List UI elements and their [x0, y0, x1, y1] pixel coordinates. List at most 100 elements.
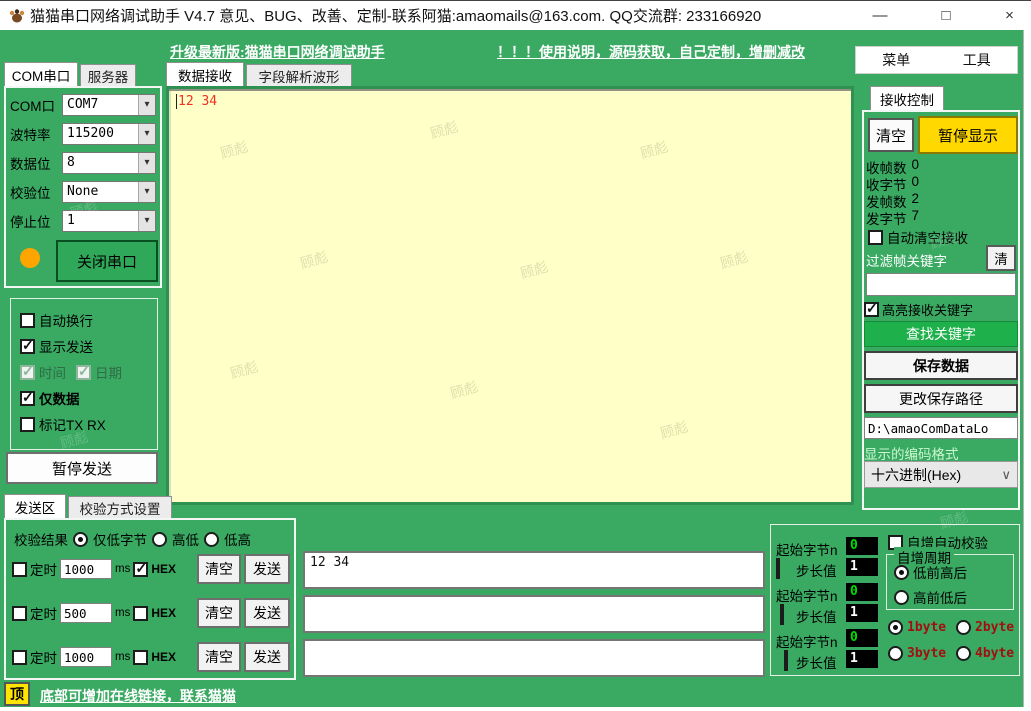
- chevron-down-icon[interactable]: ▾: [138, 182, 155, 202]
- send-message-input-1[interactable]: 12 34: [303, 551, 765, 589]
- tab-checksum-settings[interactable]: 校验方式设置: [68, 496, 172, 518]
- 4byte-radio[interactable]: [956, 646, 971, 661]
- pause-display-button[interactable]: 暂停显示: [918, 116, 1018, 154]
- serial-status-led: [20, 248, 40, 268]
- timer-checkbox-3[interactable]: [12, 649, 27, 665]
- send-button-2[interactable]: 发送: [244, 598, 290, 628]
- checksum-lowhigh-radio[interactable]: [204, 531, 219, 547]
- show-send-row: 显示发送: [20, 336, 93, 356]
- menu-item-tools[interactable]: 工具: [963, 50, 991, 70]
- hex-checkbox-1[interactable]: [133, 560, 149, 577]
- tab-field-parse-wave[interactable]: 字段解析波形: [246, 64, 352, 86]
- data-only-row: 仅数据: [20, 388, 80, 408]
- data-bits-select[interactable]: 8 ▾: [62, 152, 156, 174]
- stop-bits-value: 1: [67, 213, 75, 228]
- clear-send-button-3[interactable]: 清空: [197, 642, 241, 672]
- chevron-down-icon[interactable]: ▾: [138, 153, 155, 173]
- low-first-label: 低前高后: [913, 566, 967, 581]
- send-button-3[interactable]: 发送: [244, 642, 290, 672]
- footer-link[interactable]: 底部可增加在线链接，联系猫猫: [40, 686, 236, 706]
- tab-com-serial[interactable]: COM串口: [4, 62, 78, 86]
- hex-checkbox-2[interactable]: [133, 605, 149, 621]
- low-first-radio[interactable]: [894, 564, 909, 580]
- tab-data-receive[interactable]: 数据接收: [166, 62, 244, 86]
- interval-input-2[interactable]: [60, 603, 112, 623]
- auto-clear-label: 自动清空接收: [887, 231, 968, 246]
- pause-send-button[interactable]: 暂停发送: [6, 452, 158, 484]
- checksum-highlow-label: 高低: [172, 533, 199, 548]
- close-serial-button[interactable]: 关闭串口: [56, 240, 158, 282]
- 3byte-radio[interactable]: [888, 646, 903, 661]
- mark-txrx-checkbox[interactable]: [20, 416, 35, 432]
- timer-checkbox-1[interactable]: [12, 561, 27, 577]
- auto-wrap-checkbox[interactable]: [20, 312, 35, 328]
- parity-select[interactable]: None ▾: [62, 181, 156, 203]
- menu-bar: 菜单 工具: [855, 46, 1018, 74]
- mark-txrx-row: 标记TX RX: [20, 414, 106, 434]
- start-byte-value-3[interactable]: 0: [846, 629, 878, 647]
- checksum-lowhigh-label: 低高: [224, 533, 251, 548]
- top-button[interactable]: 顶: [4, 682, 30, 706]
- step-value-3[interactable]: 1: [846, 650, 878, 668]
- find-keyword-button[interactable]: 查找关键字: [864, 321, 1018, 347]
- step-checkbox-1[interactable]: [776, 558, 780, 579]
- save-path-input[interactable]: [864, 417, 1018, 439]
- encoding-format-select[interactable]: 十六进制(Hex) ∨: [864, 461, 1018, 488]
- com-port-select[interactable]: COM7 ▾: [62, 94, 156, 116]
- auto-clear-checkbox[interactable]: [868, 229, 883, 245]
- receive-display-area[interactable]: 12 34: [166, 86, 854, 505]
- interval-input-1[interactable]: [60, 559, 112, 579]
- step-value-2[interactable]: 1: [846, 604, 878, 622]
- clear-send-button-2[interactable]: 清空: [197, 598, 241, 628]
- low-first-row: 低前高后: [894, 562, 967, 582]
- step-checkbox-3[interactable]: [784, 650, 788, 671]
- filter-clear-button[interactable]: 清: [986, 245, 1016, 271]
- date-checkbox[interactable]: [76, 363, 91, 380]
- parity-row: 校验位: [10, 182, 58, 202]
- checksum-highlow-radio[interactable]: [152, 531, 167, 547]
- highlight-checkbox[interactable]: [864, 300, 879, 317]
- tab-receive-control[interactable]: 接收控制: [870, 86, 944, 110]
- chevron-down-icon[interactable]: ▾: [138, 211, 155, 231]
- hex-label-2: HEX: [151, 606, 177, 620]
- change-save-path-button[interactable]: 更改保存路径: [864, 384, 1018, 413]
- send-button-1[interactable]: 发送: [244, 554, 290, 584]
- window-bottom-edge: [0, 707, 1031, 711]
- 1byte-radio[interactable]: [888, 620, 903, 635]
- send-message-input-3[interactable]: [303, 639, 765, 677]
- interval-input-3[interactable]: [60, 647, 112, 667]
- upgrade-link[interactable]: 升级最新版:猫猫串口网络调试助手: [170, 42, 385, 62]
- hex-checkbox-3[interactable]: [133, 649, 149, 665]
- clear-receive-button[interactable]: 清空: [868, 118, 914, 152]
- filter-keyword-input[interactable]: [866, 273, 1016, 296]
- tab-server[interactable]: 服务器: [80, 64, 136, 86]
- clear-send-button-1[interactable]: 清空: [197, 554, 241, 584]
- chevron-down-icon[interactable]: ▾: [138, 95, 155, 115]
- minimize-button[interactable]: —: [858, 0, 902, 30]
- maximize-button[interactable]: □: [923, 0, 969, 30]
- menu-item-menu[interactable]: 菜单: [882, 50, 910, 70]
- 2byte-radio[interactable]: [956, 620, 971, 635]
- high-first-radio[interactable]: [894, 589, 909, 605]
- baud-rate-select[interactable]: 115200 ▾: [62, 123, 156, 145]
- byte-row-1: 1byte: [888, 620, 946, 635]
- step-value-1[interactable]: 1: [846, 558, 878, 576]
- help-link[interactable]: ！！！使用说明，源码获取，自己定制，增删减改: [497, 42, 805, 62]
- start-byte-value-2[interactable]: 0: [846, 583, 878, 601]
- step-checkbox-2[interactable]: [780, 604, 784, 625]
- baud-rate-row: 波特率: [10, 124, 58, 144]
- show-send-checkbox[interactable]: [20, 337, 35, 354]
- checksum-lowbyte-radio[interactable]: [73, 531, 88, 547]
- 3byte-label: 3byte: [907, 646, 947, 661]
- close-button[interactable]: ×: [988, 0, 1031, 30]
- send-message-input-2[interactable]: [303, 595, 765, 633]
- timer-checkbox-2[interactable]: [12, 605, 27, 621]
- save-data-button[interactable]: 保存数据: [864, 351, 1018, 380]
- start-byte-value-1[interactable]: 0: [846, 537, 878, 555]
- chevron-down-icon[interactable]: ▾: [138, 124, 155, 144]
- data-only-label: 仅数据: [39, 392, 80, 407]
- stop-bits-select[interactable]: 1 ▾: [62, 210, 156, 232]
- data-only-checkbox[interactable]: [20, 389, 35, 406]
- tab-send-area[interactable]: 发送区: [4, 494, 66, 518]
- time-checkbox[interactable]: [20, 363, 35, 380]
